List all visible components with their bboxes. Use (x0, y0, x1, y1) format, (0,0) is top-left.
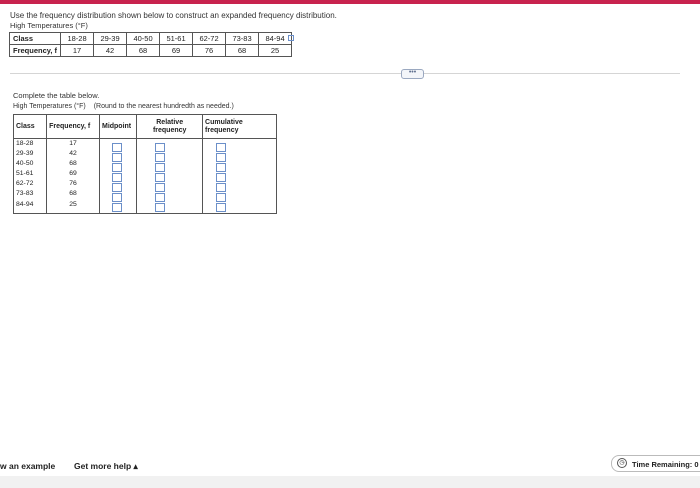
top-accent-bar (0, 0, 700, 4)
class-value: 51-61 (16, 170, 34, 178)
cumulative-frequency-input[interactable] (216, 153, 227, 162)
class-cell: 18-28 (60, 32, 95, 45)
midpoint-input[interactable] (111, 143, 122, 152)
header-relative-frequency: Relative frequency (136, 114, 204, 139)
relative-frequency-column (136, 138, 204, 214)
frequency-cell: 17 (60, 44, 95, 57)
cumulative-frequency-input[interactable] (216, 173, 227, 182)
answer-table-caption: High Temperatures (°F) (Round to the near… (13, 103, 234, 110)
relative-frequency-input[interactable] (155, 163, 166, 172)
class-column: 18-28 29-39 40-50 51-61 62-72 73-83 84-9… (13, 138, 48, 214)
body-row: 18-28 29-39 40-50 51-61 62-72 73-83 84-9… (13, 138, 277, 214)
cumulative-frequency-column (203, 139, 277, 214)
class-cell: 84-94 (258, 32, 293, 45)
view-example-link[interactable]: w an example (0, 461, 55, 471)
expanded-frequency-table: Class Frequency, f Midpoint Relative fre… (13, 114, 277, 214)
footer-shadow (0, 476, 700, 488)
header-cumulative-frequency: Cumulative frequency (202, 114, 277, 139)
frequency-cell: 69 (159, 44, 194, 57)
more-options-button[interactable]: ••• (401, 69, 424, 79)
cumulative-frequency-input[interactable] (216, 203, 227, 212)
relative-frequency-input[interactable] (155, 193, 166, 202)
class-cell: 62-72 (192, 32, 227, 45)
get-more-help-button[interactable]: Get more help ▴ (74, 461, 138, 472)
class-value: 18-28 (16, 140, 34, 147)
header-midpoint: Midpoint (99, 114, 138, 139)
midpoint-input[interactable] (111, 193, 122, 202)
midpoint-input[interactable] (111, 203, 122, 212)
frequency-column: 17 42 68 69 76 68 25 (46, 138, 100, 214)
class-value: 62-72 (16, 180, 34, 188)
header-frequency: Frequency, f (46, 114, 100, 139)
midpoint-input[interactable] (111, 153, 122, 162)
class-value: 29-39 (16, 150, 34, 158)
instruction-text: Complete the table below. (13, 91, 100, 100)
frequency-value: 68 (69, 160, 77, 168)
frequency-value: 42 (69, 150, 77, 158)
question-table-title: High Temperatures (°F) (10, 21, 88, 30)
cumulative-frequency-input[interactable] (216, 193, 227, 202)
frequency-cell: 68 (225, 44, 260, 57)
frequency-value: 76 (69, 180, 77, 188)
class-cell: 29-39 (93, 32, 128, 45)
copy-data-icon[interactable] (288, 35, 294, 41)
frequency-value: 69 (69, 170, 77, 178)
midpoint-input[interactable] (111, 163, 122, 172)
class-row-label: Class (8, 32, 62, 45)
frequency-cell: 25 (258, 44, 293, 57)
midpoint-input[interactable] (111, 173, 122, 182)
cumulative-frequency-input[interactable] (216, 143, 227, 152)
midpoint-column (99, 138, 138, 214)
relative-frequency-input[interactable] (155, 153, 166, 162)
frequency-value: 25 (69, 200, 77, 208)
frequency-value: 68 (69, 190, 77, 198)
relative-frequency-input[interactable] (155, 183, 166, 192)
relative-frequency-input[interactable] (155, 203, 166, 212)
class-cell: 40-50 (126, 32, 161, 45)
frequency-value: 17 (69, 140, 77, 147)
header-row: Class Frequency, f Midpoint Relative fre… (13, 114, 277, 139)
relative-frequency-input[interactable] (155, 173, 166, 182)
class-value: 84-94 (16, 200, 34, 208)
midpoint-input[interactable] (111, 183, 122, 192)
clock-icon: ◷ (617, 458, 627, 468)
relative-frequency-input[interactable] (155, 143, 166, 152)
header-class: Class (13, 114, 48, 139)
frequency-row-label: Frequency, f (8, 44, 62, 57)
section-divider (10, 73, 680, 74)
time-remaining-label: Time Remaining: 0 (632, 460, 699, 469)
cumulative-frequency-input[interactable] (216, 163, 227, 172)
question-text: Use the frequency distribution shown bel… (10, 11, 337, 20)
class-cell: 73-83 (225, 32, 260, 45)
frequency-cell: 76 (192, 44, 227, 57)
frequency-cell: 68 (126, 44, 161, 57)
class-row: Class 18-28 29-39 40-50 51-61 62-72 73-8… (8, 32, 293, 45)
class-value: 40-50 (16, 160, 34, 168)
rounding-note: (Round to the nearest hundredth as neede… (93, 103, 234, 110)
cumulative-frequency-input[interactable] (216, 183, 227, 192)
answer-table-title: High Temperatures (°F) (13, 103, 86, 110)
class-cell: 51-61 (159, 32, 194, 45)
frequency-row: Frequency, f 17 42 68 69 76 68 25 (8, 44, 293, 57)
class-value: 73-83 (16, 190, 34, 198)
frequency-cell: 42 (93, 44, 128, 57)
frequency-distribution-table: Class 18-28 29-39 40-50 51-61 62-72 73-8… (8, 32, 293, 57)
